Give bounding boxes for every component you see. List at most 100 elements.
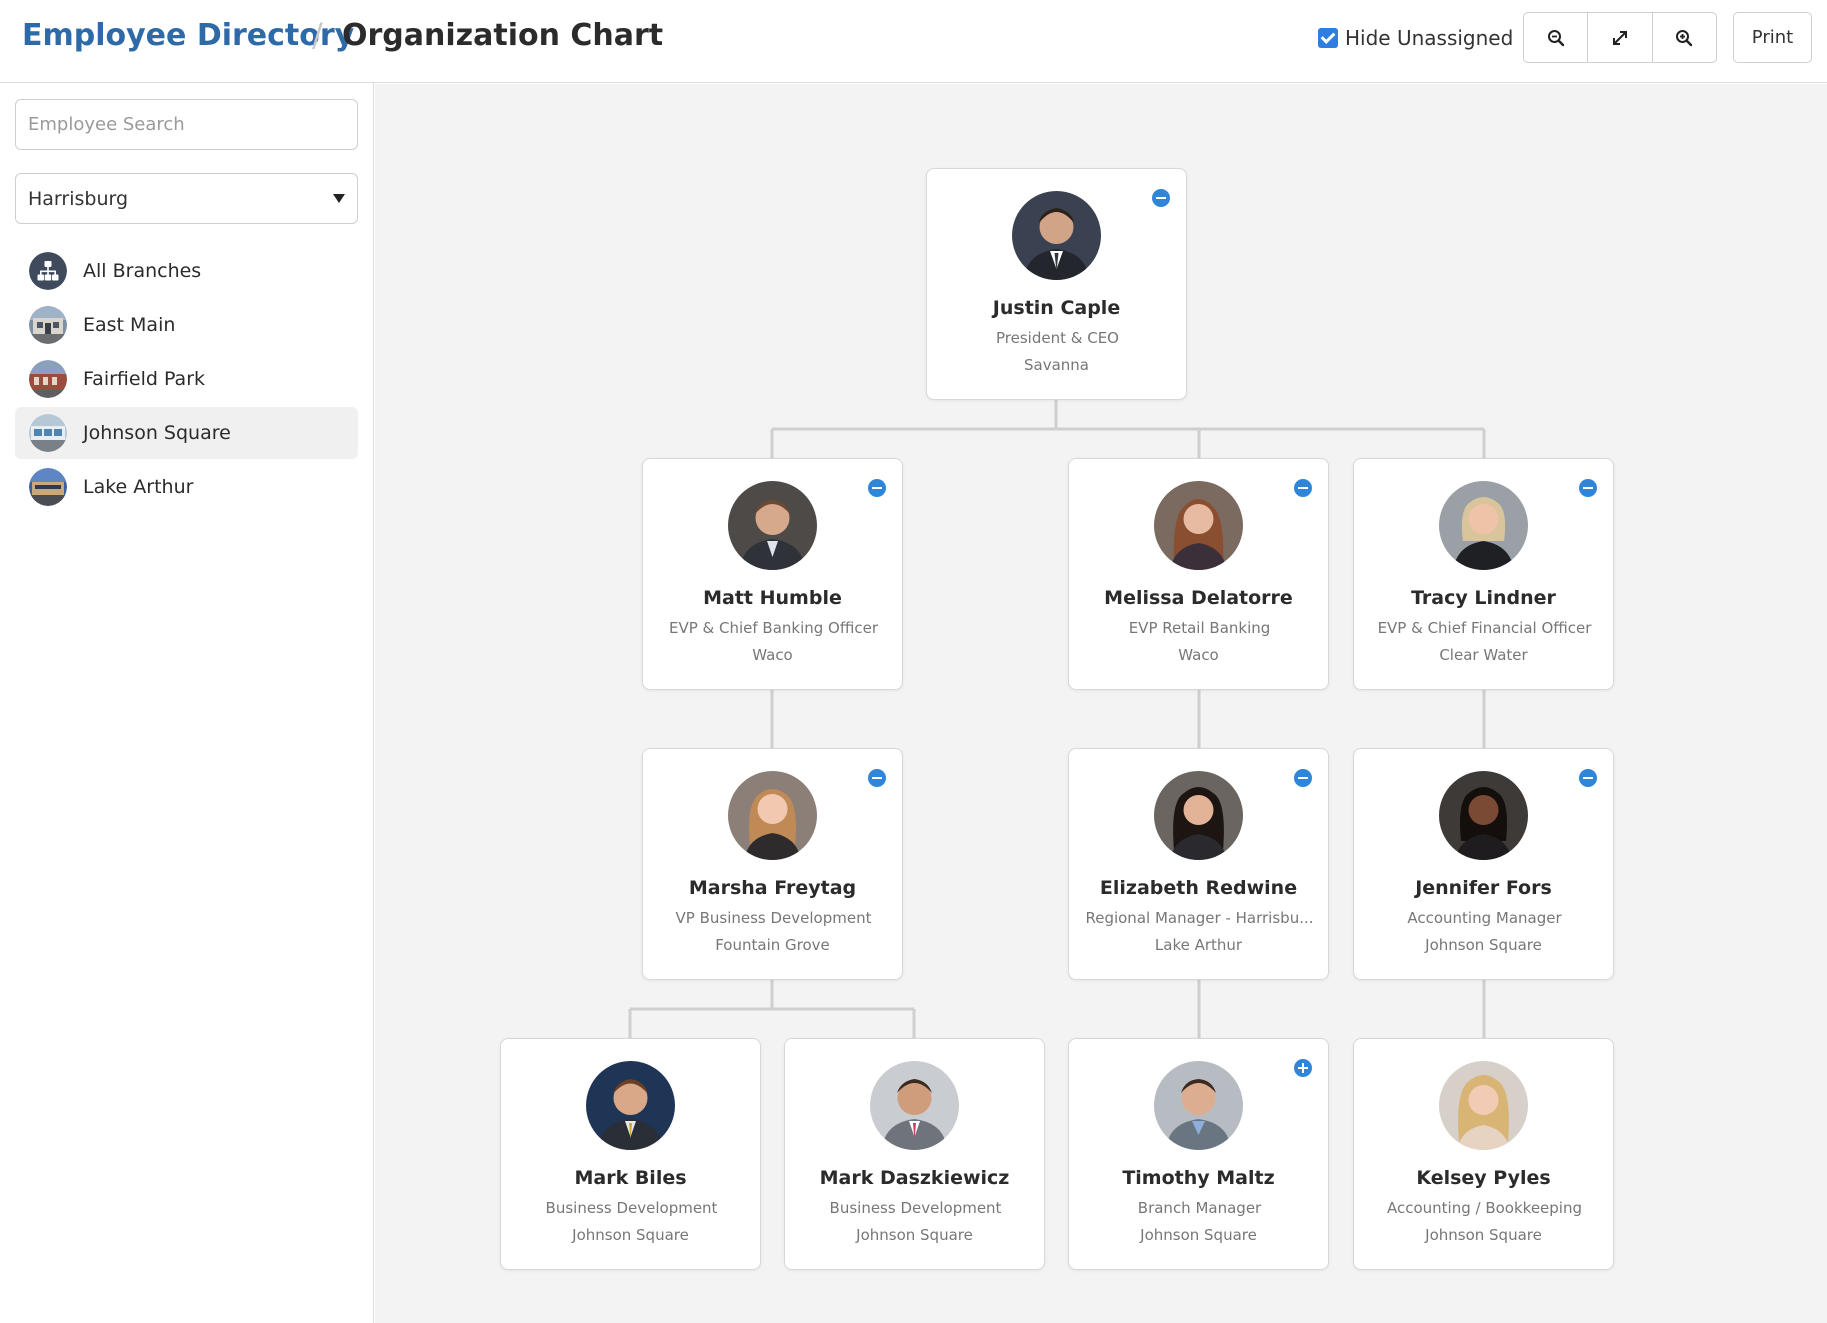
caret-down-icon: [333, 194, 345, 203]
employee-title: Accounting / Bookkeeping: [1386, 1199, 1582, 1217]
employee-title: Business Development: [545, 1199, 718, 1217]
branch-item-fairfield-park[interactable]: Fairfield Park: [15, 353, 358, 405]
employee-name: Matt Humble: [703, 587, 842, 609]
avatar: [1439, 1061, 1528, 1150]
breadcrumb-separator: /: [312, 16, 323, 54]
collapse-toggle-icon[interactable]: [1579, 769, 1597, 787]
page-title: Organization Chart: [342, 18, 664, 53]
avatar: [586, 1061, 675, 1150]
collapse-toggle-icon[interactable]: [868, 769, 886, 787]
branch-item-all-branches[interactable]: All Branches: [15, 245, 358, 297]
employee-branch: Johnson Square: [1425, 936, 1542, 954]
employee-card-timothy-maltz[interactable]: Timothy Maltz Branch Manager Johnson Squ…: [1068, 1038, 1329, 1270]
employee-title: Business Development: [829, 1199, 1002, 1217]
collapse-toggle-icon[interactable]: [1152, 189, 1170, 207]
employee-search-input[interactable]: [15, 99, 358, 150]
employee-branch: Johnson Square: [572, 1226, 689, 1244]
expand-toggle-icon[interactable]: [1294, 1059, 1312, 1077]
branch-item-east-main[interactable]: East Main: [15, 299, 358, 351]
employee-branch: Savanna: [1024, 356, 1089, 374]
employee-title: EVP Retail Banking: [1128, 619, 1271, 637]
employee-branch: Waco: [1178, 646, 1219, 664]
avatar: [1154, 771, 1243, 860]
avatar: [1154, 1061, 1243, 1150]
avatar: [1012, 191, 1101, 280]
employee-name: Mark Daszkiewicz: [819, 1167, 1010, 1189]
collapse-toggle-icon[interactable]: [868, 479, 886, 497]
employee-branch: Lake Arthur: [1154, 936, 1243, 954]
employee-name: Tracy Lindner: [1411, 587, 1556, 609]
region-select[interactable]: Harrisburg: [15, 173, 358, 224]
employee-card-kelsey-pyles[interactable]: Kelsey Pyles Accounting / Bookkeeping Jo…: [1353, 1038, 1614, 1270]
org-chart-canvas[interactable]: Justin Caple President & CEO Savanna Mat…: [375, 84, 1827, 1323]
org-chart-icon: [29, 252, 67, 290]
employee-card-mark-daszkiewicz[interactable]: Mark Daszkiewicz Business Development Jo…: [784, 1038, 1045, 1270]
employee-branch: Johnson Square: [1425, 1226, 1542, 1244]
east-main-photo-icon: [29, 306, 67, 344]
employee-card-jennifer-fors[interactable]: Jennifer Fors Accounting Manager Johnson…: [1353, 748, 1614, 980]
avatar: [1154, 481, 1243, 570]
avatar: [1439, 771, 1528, 860]
employee-title: EVP & Chief Financial Officer: [1377, 619, 1592, 637]
employee-branch: Waco: [752, 646, 793, 664]
employee-name: Timothy Maltz: [1122, 1167, 1275, 1189]
hide-unassigned-checkbox[interactable]: [1318, 28, 1338, 48]
avatar: [728, 771, 817, 860]
branch-label: Johnson Square: [83, 422, 231, 444]
collapse-toggle-icon[interactable]: [1294, 769, 1312, 787]
app-header: Employee Directory / Organization Chart …: [0, 0, 1827, 83]
employee-branch: Fountain Grove: [715, 936, 830, 954]
employee-name: Mark Biles: [574, 1167, 687, 1189]
region-select-value: Harrisburg: [28, 187, 129, 210]
zoom-controls: [1523, 12, 1717, 63]
branch-label: Lake Arthur: [83, 476, 194, 498]
branch-item-johnson-square[interactable]: Johnson Square: [15, 407, 358, 459]
employee-title: President & CEO: [996, 329, 1119, 347]
employee-card-tracy-lindner[interactable]: Tracy Lindner EVP & Chief Financial Offi…: [1353, 458, 1614, 690]
fairfield-park-photo-icon: [29, 360, 67, 398]
collapse-toggle-icon[interactable]: [1579, 479, 1597, 497]
employee-title: Branch Manager: [1137, 1199, 1262, 1217]
employee-title: VP Business Development: [675, 909, 872, 927]
print-button[interactable]: Print: [1733, 12, 1812, 63]
zoom-out-icon: [1547, 29, 1564, 46]
employee-card-marsha-freytag[interactable]: Marsha Freytag VP Business Development F…: [642, 748, 903, 980]
zoom-out-button[interactable]: [1524, 13, 1589, 62]
employee-name: Marsha Freytag: [688, 877, 857, 899]
sidebar: Harrisburg All Branches: [0, 83, 374, 1323]
johnson-square-photo-icon: [29, 414, 67, 452]
employee-branch: Clear Water: [1439, 646, 1528, 664]
employee-title: Regional Manager - Harrisbu...: [1085, 909, 1314, 927]
employee-branch: Johnson Square: [1140, 1226, 1257, 1244]
branch-list: All Branches East Main Fairfield Park Jo…: [15, 245, 358, 515]
employee-name: Melissa Delatorre: [1104, 587, 1293, 609]
employee-card-melissa-delatorre[interactable]: Melissa Delatorre EVP Retail Banking Wac…: [1068, 458, 1329, 690]
zoom-in-button[interactable]: [1653, 13, 1716, 62]
employee-branch: Johnson Square: [856, 1226, 973, 1244]
hide-unassigned-toggle[interactable]: Hide Unassigned: [1318, 24, 1513, 52]
employee-name: Jennifer Fors: [1415, 877, 1552, 899]
employee-card-elizabeth-redwine[interactable]: Elizabeth Redwine Regional Manager - Har…: [1068, 748, 1329, 980]
avatar: [870, 1061, 959, 1150]
collapse-toggle-icon[interactable]: [1294, 479, 1312, 497]
employee-name: Elizabeth Redwine: [1099, 877, 1298, 899]
expand-icon: [1612, 30, 1627, 45]
employee-card-matt-humble[interactable]: Matt Humble EVP & Chief Banking Officer …: [642, 458, 903, 690]
breadcrumb-employee-directory[interactable]: Employee Directory: [22, 18, 354, 53]
zoom-in-icon: [1676, 29, 1693, 46]
lake-arthur-photo-icon: [29, 468, 67, 506]
avatar: [728, 481, 817, 570]
employee-title: EVP & Chief Banking Officer: [668, 619, 879, 637]
employee-name: Justin Caple: [992, 297, 1121, 319]
employee-card-justin-caple[interactable]: Justin Caple President & CEO Savanna: [926, 168, 1187, 400]
employee-name: Kelsey Pyles: [1416, 1167, 1551, 1189]
employee-card-mark-biles[interactable]: Mark Biles Business Development Johnson …: [500, 1038, 761, 1270]
employee-title: Accounting Manager: [1407, 909, 1562, 927]
branch-label: Fairfield Park: [83, 368, 206, 390]
branch-item-lake-arthur[interactable]: Lake Arthur: [15, 461, 358, 513]
branch-label: East Main: [83, 314, 176, 336]
hide-unassigned-label: Hide Unassigned: [1345, 26, 1514, 50]
avatar: [1439, 481, 1528, 570]
fit-to-screen-button[interactable]: [1588, 13, 1653, 62]
branch-label: All Branches: [83, 260, 202, 282]
